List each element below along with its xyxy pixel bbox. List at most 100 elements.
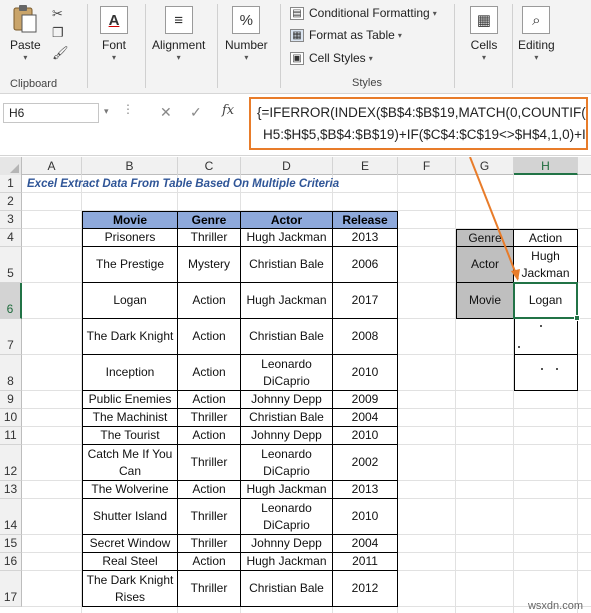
chevron-down-icon: ▾ bbox=[481, 53, 486, 62]
table-header-actor-text: Actor bbox=[270, 212, 303, 227]
cancel-icon[interactable]: ✕ bbox=[160, 104, 172, 121]
chevron-down-icon: ▾ bbox=[368, 53, 373, 63]
font-label: Font bbox=[101, 38, 126, 52]
insert-function-button[interactable]: fx bbox=[222, 103, 234, 118]
table-cell: The Wolverine bbox=[82, 481, 178, 499]
table-cell: Action bbox=[178, 391, 241, 409]
table-cell-text: Christian Bale bbox=[249, 257, 324, 271]
format-as-table-label: Format as Table bbox=[309, 28, 395, 42]
criteria-value-actor[interactable]: Hugh Jackman bbox=[514, 247, 578, 283]
column-header-e[interactable]: E bbox=[333, 157, 398, 175]
table-header-movie: Movie bbox=[82, 211, 178, 229]
table-cell: Public Enemies bbox=[82, 391, 178, 409]
result-cell[interactable] bbox=[514, 319, 578, 355]
paste-icon bbox=[13, 5, 37, 33]
row-header-14[interactable]: 14 bbox=[0, 499, 22, 535]
table-cell: 2004 bbox=[333, 409, 398, 427]
column-header-c[interactable]: C bbox=[178, 157, 241, 175]
row-header-13[interactable]: 13 bbox=[0, 481, 22, 499]
table-cell-text: Johnny Depp bbox=[251, 392, 322, 406]
row-header-9[interactable]: 9 bbox=[0, 391, 22, 409]
copy-icon[interactable]: ❐ bbox=[52, 25, 64, 41]
cell-styles-button[interactable]: ▣ Cell Styles ▾ bbox=[290, 51, 373, 65]
row-header-15[interactable]: 15 bbox=[0, 535, 22, 553]
row-header-16[interactable]: 16 bbox=[0, 553, 22, 571]
clipboard-group-label: Clipboard bbox=[10, 78, 58, 90]
table-cell-text: Prisoners bbox=[104, 230, 156, 244]
row-header-2[interactable]: 2 bbox=[0, 193, 22, 211]
paste-button[interactable]: Paste ▾ bbox=[10, 4, 41, 62]
column-header-f[interactable]: F bbox=[398, 157, 456, 175]
table-cell-text: The Tourist bbox=[100, 428, 160, 442]
row-header-8[interactable]: 8 bbox=[0, 355, 22, 391]
row-header-4[interactable]: 4 bbox=[0, 229, 22, 247]
cut-icon[interactable]: ✂ bbox=[52, 6, 63, 22]
table-cell: Leonardo DiCaprio bbox=[241, 355, 333, 391]
table-cell-text: Johnny Depp bbox=[251, 428, 322, 442]
criteria-label-actor: Actor bbox=[456, 247, 514, 283]
row-header-7[interactable]: 7 bbox=[0, 319, 22, 355]
row-header-10[interactable]: 10 bbox=[0, 409, 22, 427]
table-cell: Leonardo DiCaprio bbox=[241, 445, 333, 481]
alignment-button[interactable]: ≡ Alignment ▾ bbox=[152, 6, 205, 62]
table-cell-text: Shutter Island bbox=[92, 509, 168, 523]
font-button[interactable]: A Font ▾ bbox=[100, 6, 128, 62]
row-header-11[interactable]: 11 bbox=[0, 427, 22, 445]
table-cell: The Machinist bbox=[82, 409, 178, 427]
table-cell: Thriller bbox=[178, 571, 241, 607]
cells-button[interactable]: ▦ Cells ▾ bbox=[470, 6, 498, 62]
number-button[interactable]: % Number ▾ bbox=[225, 6, 268, 62]
format-painter-icon[interactable]: 🖌 bbox=[52, 45, 69, 61]
row-header-5[interactable]: 5 bbox=[0, 247, 22, 283]
row-header-12[interactable]: 12 bbox=[0, 445, 22, 481]
fill-handle[interactable] bbox=[574, 315, 580, 321]
table-cell: Johnny Depp bbox=[241, 535, 333, 553]
enter-icon[interactable]: ✓ bbox=[190, 104, 202, 121]
table-cell: Thriller bbox=[178, 409, 241, 427]
row-header-1[interactable]: 1 bbox=[0, 175, 22, 193]
conditional-formatting-button[interactable]: ▤ Conditional Formatting ▾ bbox=[290, 6, 437, 20]
row-header-17[interactable]: 17 bbox=[0, 571, 22, 607]
number-label: Number bbox=[225, 38, 268, 52]
table-cell: Mystery bbox=[178, 247, 241, 283]
editing-button[interactable]: ⌕ Editing ▾ bbox=[518, 6, 555, 62]
criteria-label-movie: Movie bbox=[456, 283, 514, 319]
table-cell: 2010 bbox=[333, 355, 398, 391]
row-header-6[interactable]: 6 bbox=[0, 283, 22, 319]
column-header-d[interactable]: D bbox=[241, 157, 333, 175]
criteria-value-genre[interactable]: Action bbox=[514, 229, 578, 247]
column-header-g[interactable]: G bbox=[456, 157, 514, 175]
chevron-down-icon: ▾ bbox=[244, 53, 249, 62]
criteria-value-actor-text: Hugh Jackman bbox=[521, 248, 570, 280]
result-cell[interactable] bbox=[514, 355, 578, 391]
format-as-table-button[interactable]: ▦ Format as Table ▾ bbox=[290, 28, 402, 42]
table-cell: Inception bbox=[82, 355, 178, 391]
table-cell-text: Thriller bbox=[190, 230, 228, 244]
table-cell-text: The Prestige bbox=[95, 257, 165, 271]
formula-input[interactable]: {=IFERROR(INDEX($B$4:$B$19,MATCH(0,COUNT… bbox=[249, 97, 588, 150]
table-cell: 2008 bbox=[333, 319, 398, 355]
table-cell: 2011 bbox=[333, 553, 398, 571]
table-cell: Thriller bbox=[178, 535, 241, 553]
table-cell: 2013 bbox=[333, 229, 398, 247]
name-box[interactable]: H6 bbox=[3, 103, 99, 123]
criteria-label-actor-text: Actor bbox=[470, 257, 499, 271]
table-header-release-text: Release bbox=[342, 212, 388, 227]
table-cell: Leonardo DiCaprio bbox=[241, 499, 333, 535]
column-header-a[interactable]: A bbox=[22, 157, 82, 175]
select-all-button[interactable] bbox=[0, 157, 22, 175]
table-cell-text: Leonardo DiCaprio bbox=[261, 356, 312, 388]
row-header-3[interactable]: 3 bbox=[0, 211, 22, 229]
table-cell: Thriller bbox=[178, 499, 241, 535]
column-header-h[interactable]: H bbox=[514, 157, 578, 175]
table-header-genre: Genre bbox=[178, 211, 241, 229]
column-header-b[interactable]: B bbox=[82, 157, 178, 175]
chevron-down-icon[interactable]: ▾ bbox=[104, 106, 109, 117]
table-cell: The Dark Knight Rises bbox=[82, 571, 178, 607]
table-cell-text: Catch Me If You Can bbox=[87, 446, 173, 478]
worksheet-grid[interactable]: ABCDEFGH Movie Genre Actor Release Prisoners… bbox=[0, 157, 591, 613]
table-cell-text: Action bbox=[192, 365, 226, 379]
table-cell-text: 2013 bbox=[351, 230, 379, 244]
table-cell-text: Action bbox=[192, 392, 226, 406]
cell-dot bbox=[540, 325, 542, 327]
